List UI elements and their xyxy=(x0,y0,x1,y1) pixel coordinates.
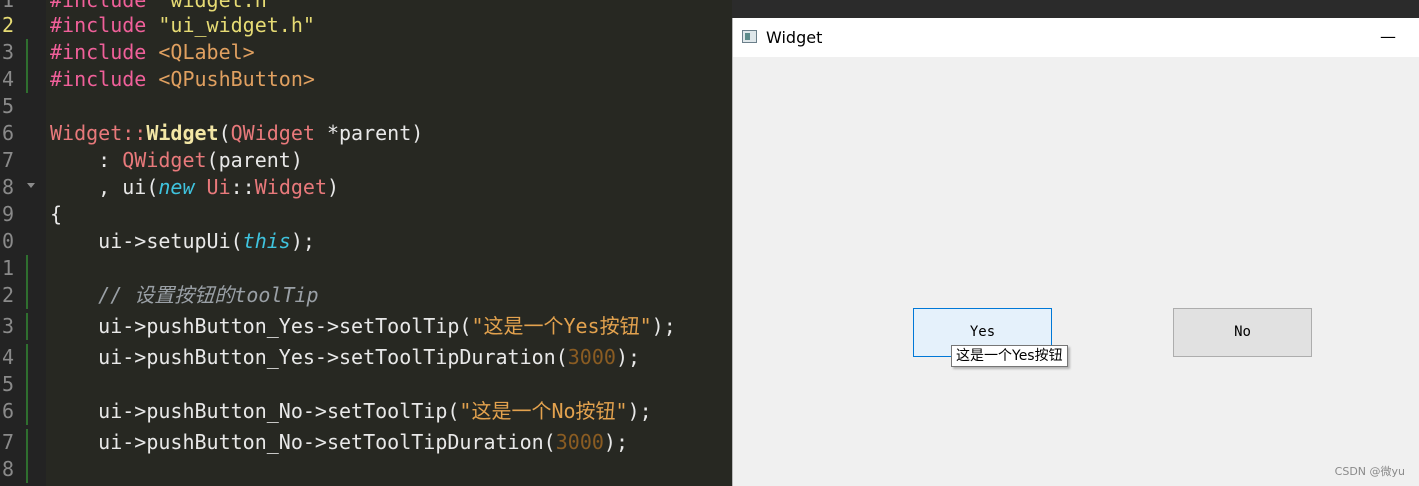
change-marker xyxy=(26,282,28,309)
code-text: ui->setupUi(this); xyxy=(50,229,315,253)
code-line[interactable]: 2 // 设置按钮的toolTip xyxy=(0,282,732,309)
code-line[interactable]: 7 : QWidget(parent) xyxy=(0,147,732,174)
line-number: 5 xyxy=(1,372,14,396)
code-line[interactable]: 4 #include <QPushButton> xyxy=(0,66,732,93)
code-editor[interactable]: 1 #include "widget.h" 2 #include "ui_wid… xyxy=(0,0,732,486)
code-line[interactable]: 1 xyxy=(0,255,732,282)
line-number: 1 xyxy=(1,256,14,280)
code-text: ui->pushButton_No->setToolTipDuration(30… xyxy=(50,430,628,454)
line-number: 6 xyxy=(1,399,14,423)
fold-arrow-icon[interactable] xyxy=(27,183,35,188)
line-number: 9 xyxy=(1,202,14,226)
no-button[interactable]: No xyxy=(1173,308,1312,357)
minimize-button[interactable]: — xyxy=(1376,26,1400,48)
code-line[interactable]: 4 ui->pushButton_Yes->setToolTipDuration… xyxy=(0,344,732,371)
line-number: 0 xyxy=(1,229,14,253)
code-text: #include <QLabel> xyxy=(50,40,255,64)
yes-button-tooltip: 这是一个Yes按钮 xyxy=(951,345,1068,367)
code-line[interactable]: 3 ui->pushButton_Yes->setToolTip("这是一个Ye… xyxy=(0,313,732,340)
line-number: 2 xyxy=(1,283,14,307)
change-marker xyxy=(26,429,28,456)
line-number: 8 xyxy=(1,175,14,199)
change-marker xyxy=(26,66,28,93)
code-text: , ui(new Ui::Widget) xyxy=(50,175,340,199)
widget-window[interactable]: Widget — xyxy=(732,18,1419,486)
line-number: 7 xyxy=(1,430,14,454)
line-number: 3 xyxy=(1,314,14,338)
code-line[interactable]: 8 xyxy=(0,456,732,483)
change-marker xyxy=(26,371,28,398)
code-text: ui->pushButton_Yes->setToolTip("这是一个Yes按… xyxy=(50,314,676,338)
change-marker xyxy=(26,255,28,282)
code-text: #include "ui_widget.h" xyxy=(50,13,315,37)
line-number: 2 xyxy=(1,13,14,37)
window-app-icon xyxy=(742,30,757,43)
line-number: 7 xyxy=(1,148,14,172)
code-line[interactable]: 9 { xyxy=(0,201,732,228)
change-marker xyxy=(26,39,28,66)
code-line[interactable]: 6 Widget::Widget(QWidget *parent) xyxy=(0,120,732,147)
code-text: ui->pushButton_Yes->setToolTipDuration(3… xyxy=(50,345,641,369)
code-text: ui->pushButton_No->setToolTip("这是一个No按钮"… xyxy=(50,399,652,423)
code-line[interactable]: 6 ui->pushButton_No->setToolTip("这是一个No按… xyxy=(0,398,732,425)
code-text: #include <QPushButton> xyxy=(50,67,315,91)
code-text: // 设置按钮的toolTip xyxy=(50,283,319,307)
window-titlebar[interactable]: Widget — xyxy=(733,18,1419,57)
code-text: Widget::Widget(QWidget *parent) xyxy=(50,121,424,145)
code-line[interactable]: 8 , ui(new Ui::Widget) xyxy=(0,174,732,201)
line-number: 8 xyxy=(1,457,14,481)
code-line[interactable]: 2 #include "ui_widget.h" xyxy=(0,12,732,39)
change-marker xyxy=(26,456,28,483)
code-line[interactable]: 0 ui->setupUi(this); xyxy=(0,228,732,255)
code-line[interactable]: 5 xyxy=(0,93,732,120)
change-marker xyxy=(26,398,28,425)
change-marker xyxy=(26,344,28,371)
line-number: 6 xyxy=(1,121,14,145)
line-number: 4 xyxy=(1,345,14,369)
line-number: 5 xyxy=(1,94,14,118)
code-text: { xyxy=(50,202,63,226)
change-marker xyxy=(26,313,28,340)
window-title: Widget xyxy=(766,28,823,47)
code-text: : QWidget(parent) xyxy=(50,148,303,172)
code-line[interactable]: 7 ui->pushButton_No->setToolTipDuration(… xyxy=(0,429,732,456)
code-line[interactable]: 3 #include <QLabel> xyxy=(0,39,732,66)
line-number: 3 xyxy=(1,40,14,64)
code-line[interactable]: 5 xyxy=(0,371,732,398)
line-number: 4 xyxy=(1,67,14,91)
watermark: CSDN @微yu xyxy=(1334,465,1405,478)
